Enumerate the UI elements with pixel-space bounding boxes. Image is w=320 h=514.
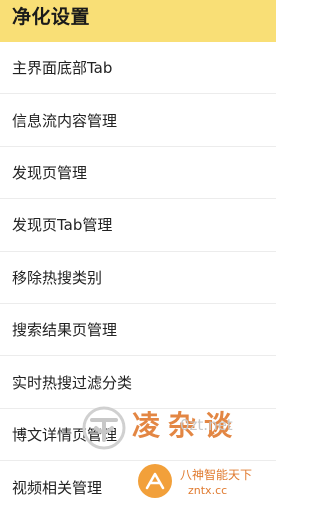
menu-item-main-bottom-tab[interactable]: 主界面底部Tab: [0, 42, 276, 95]
menu-item-remove-hot-search[interactable]: 移除热搜类别: [0, 252, 276, 304]
menu-item-discover-tab[interactable]: 发现页Tab管理: [0, 199, 276, 252]
menu-item-realtime-hot-filter[interactable]: 实时热搜过滤分类: [0, 356, 276, 409]
settings-menu: 主界面底部Tab 信息流内容管理 发现页管理 发现页Tab管理 移除热搜类别 搜…: [0, 42, 276, 514]
app-header: 净化设置: [0, 0, 276, 42]
page-title: 净化设置: [12, 5, 91, 28]
menu-item-feed-content[interactable]: 信息流内容管理: [0, 94, 276, 147]
menu-item-post-detail[interactable]: 博文详情页管理: [0, 409, 276, 462]
menu-item-search-results[interactable]: 搜索结果页管理: [0, 304, 276, 357]
menu-item-video[interactable]: 视频相关管理: [0, 461, 276, 513]
menu-item-discover-page[interactable]: 发现页管理: [0, 147, 276, 200]
